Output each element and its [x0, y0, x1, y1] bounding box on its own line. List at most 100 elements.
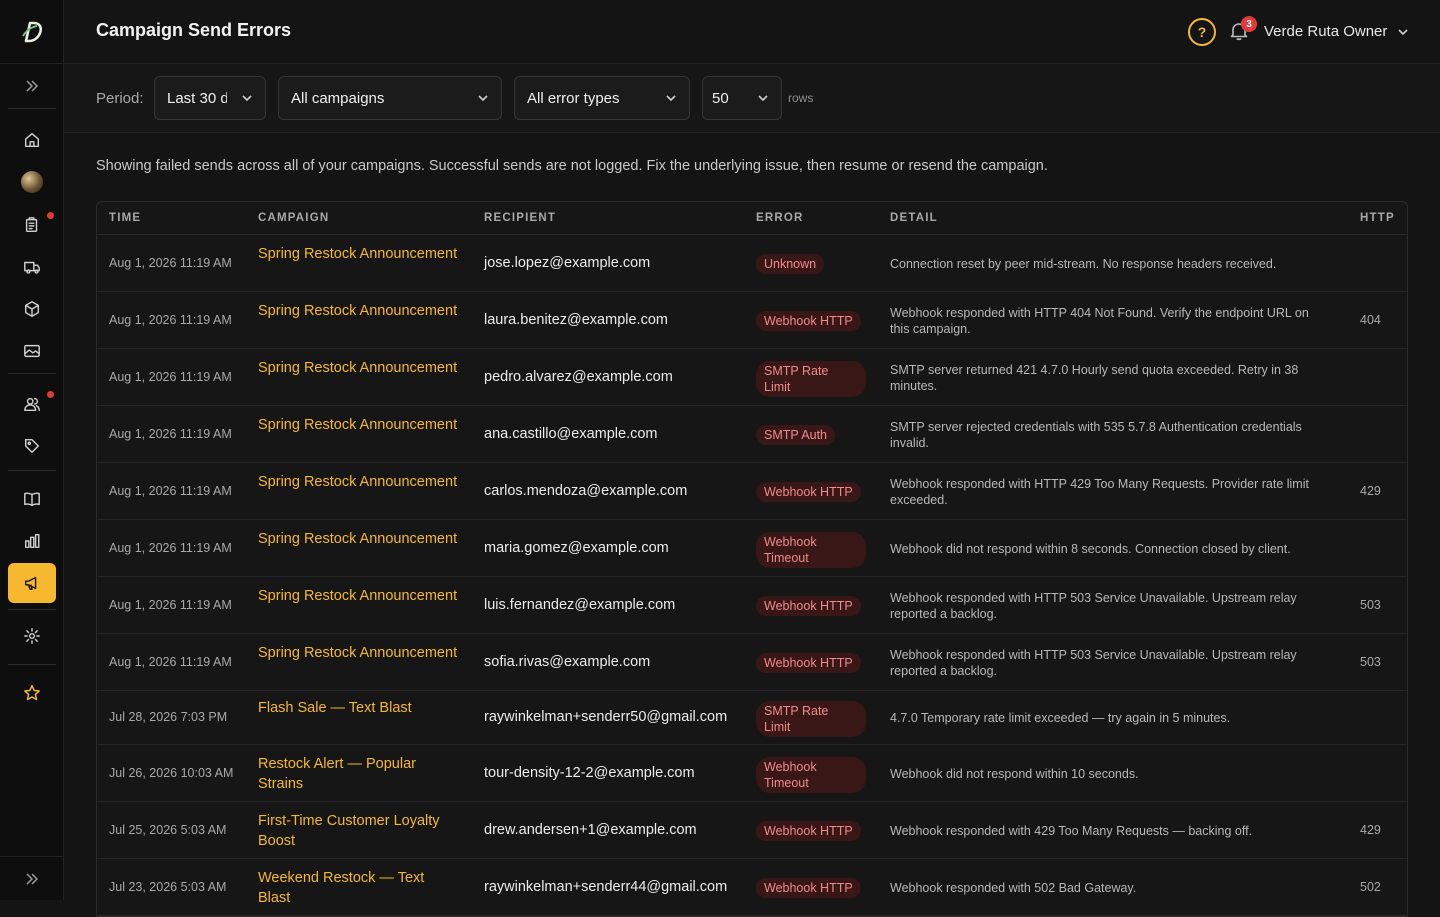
cell-campaign-link[interactable]: Restock Alert — Popular Strains	[258, 754, 458, 794]
user-name: Verde Ruta Owner	[1264, 23, 1388, 40]
sidebar-item-delivery[interactable]	[0, 247, 64, 287]
app-logo[interactable]	[0, 0, 63, 64]
column-header-time[interactable]: TIME	[109, 212, 141, 224]
table-row[interactable]: Jul 25, 2026 5:03 AM First-Time Customer …	[97, 802, 1407, 859]
rows-per-page-select[interactable]: 50	[702, 76, 782, 120]
chevron-down-icon	[242, 95, 252, 102]
column-header-recipient[interactable]: RECIPIENT	[484, 212, 556, 224]
cell-campaign-link[interactable]: Spring Restock Announcement	[258, 301, 458, 321]
table-row[interactable]: Aug 1, 2026 11:19 AM Spring Restock Annou…	[97, 235, 1407, 292]
truck-icon	[24, 261, 40, 274]
double-chevron-right-icon	[26, 872, 39, 885]
book-open-icon	[24, 492, 40, 507]
sidebar-item-catalog[interactable]	[0, 479, 64, 519]
cell-time: Aug 1, 2026 11:19 AM	[109, 540, 232, 555]
megaphone-icon	[24, 576, 37, 591]
campaign-select[interactable]: All campaigns	[278, 76, 502, 120]
cell-recipient: maria.gomez@example.com	[484, 539, 669, 556]
sidebar-item-settings[interactable]	[0, 616, 64, 656]
chevron-down-icon	[666, 95, 676, 102]
cell-campaign-link[interactable]: Spring Restock Announcement	[258, 472, 458, 492]
sidebar-item-media[interactable]	[0, 331, 64, 371]
chevron-down-icon	[758, 95, 768, 102]
period-label: Period:	[96, 90, 144, 107]
cell-recipient: laura.benitez@example.com	[484, 311, 668, 328]
sidebar-item-campaigns[interactable]	[8, 563, 56, 603]
table-row[interactable]: Aug 1, 2026 11:19 AM Spring Restock Annou…	[97, 349, 1407, 406]
cell-campaign-link[interactable]: First-Time Customer Loyalty Boost	[258, 811, 458, 851]
cell-recipient: raywinkelman+senderr50@gmail.com	[484, 709, 728, 725]
table-body: Aug 1, 2026 11:19 AM Spring Restock Annou…	[97, 235, 1407, 916]
cell-detail: Webhook responded with HTTP 503 Service …	[890, 647, 1297, 678]
table-row[interactable]: Aug 1, 2026 11:19 AM Spring Restock Annou…	[97, 463, 1407, 520]
cell-error: Unknown	[756, 253, 825, 274]
cell-campaign-link[interactable]: Weekend Restock — Text Blast	[258, 868, 458, 908]
error-badge: Webhook HTTP	[756, 877, 861, 898]
cell-recipient: ana.castillo@example.com	[484, 425, 658, 442]
sidebar-item-analytics[interactable]	[0, 521, 64, 561]
cell-campaign-link[interactable]: Spring Restock Announcement	[258, 415, 458, 435]
sidebar-item-home[interactable]	[0, 120, 64, 160]
help-icon: ?	[1197, 24, 1207, 40]
expand-sidebar-button[interactable]	[0, 64, 63, 108]
rows-value: 50	[712, 89, 729, 107]
table-row[interactable]: Jul 26, 2026 10:03 AM Restock Alert — Pop…	[97, 745, 1407, 802]
error-type-select[interactable]: All error types	[514, 76, 690, 120]
cell-campaign-link[interactable]: Spring Restock Announcement	[258, 643, 458, 663]
column-header-detail[interactable]: DETAIL	[890, 212, 938, 224]
table-row[interactable]: Jul 28, 2026 7:03 PM Flash Sale — Text Bl…	[97, 691, 1407, 745]
campaign-filter-value: All campaigns	[291, 89, 385, 107]
cell-campaign-link[interactable]: Spring Restock Announcement	[258, 358, 458, 378]
table-row[interactable]: Aug 1, 2026 11:19 AM Spring Restock Annou…	[97, 577, 1407, 634]
cell-time: Jul 28, 2026 7:03 PM	[109, 710, 228, 724]
table-row[interactable]: Aug 1, 2026 11:19 AM Spring Restock Annou…	[97, 292, 1407, 349]
users-icon	[24, 397, 40, 412]
cell-detail: Webhook responded with 429 Too Many Requ…	[890, 823, 1253, 838]
table-row[interactable]: Jul 23, 2026 5:03 AM Weekend Restock — Te…	[97, 859, 1407, 916]
column-header-http[interactable]: HTTP	[1360, 212, 1395, 224]
help-button[interactable]: ?	[1188, 18, 1216, 46]
cell-error: SMTP Rate Limit	[756, 701, 866, 737]
cell-campaign-link[interactable]: Flash Sale — Text Blast	[258, 698, 458, 718]
table-row[interactable]: Aug 1, 2026 11:19 AM Spring Restock Annou…	[97, 520, 1407, 577]
cell-error: Webhook HTTP	[756, 481, 861, 502]
cell-detail: Webhook responded with HTTP 404 Not Foun…	[890, 305, 1309, 336]
collapse-sidebar-button[interactable]	[0, 856, 64, 900]
error-badge: Webhook HTTP	[756, 481, 861, 502]
sidebar-item-orders[interactable]	[0, 205, 64, 245]
cell-detail: Connection reset by peer mid-stream. No …	[890, 256, 1277, 271]
cell-campaign-link[interactable]: Spring Restock Announcement	[258, 244, 458, 264]
cell-detail: 4.7.0 Temporary rate limit exceeded — tr…	[890, 711, 1231, 725]
column-header-campaign[interactable]: CAMPAIGN	[258, 212, 329, 224]
sidebar-item-products[interactable]	[0, 289, 64, 329]
cell-campaign-link[interactable]: Spring Restock Announcement	[258, 529, 458, 549]
cell-recipient: luis.fernandez@example.com	[484, 596, 676, 613]
sidebar-item-tags[interactable]	[0, 426, 64, 466]
table-row[interactable]: Aug 1, 2026 11:19 AM Spring Restock Annou…	[97, 634, 1407, 691]
cell-recipient: pedro.alvarez@example.com	[484, 368, 673, 385]
error-type-value: All error types	[527, 89, 620, 107]
error-badge: SMTP Auth	[756, 424, 835, 445]
column-header-error[interactable]: ERROR	[756, 212, 804, 224]
user-menu[interactable]: Verde Ruta Owner	[1264, 23, 1409, 40]
sidebar-divider	[8, 609, 56, 610]
cell-http: 503	[1360, 597, 1381, 612]
cell-recipient: drew.andersen+1@example.com	[484, 821, 697, 838]
cell-campaign-link[interactable]: Spring Restock Announcement	[258, 586, 458, 606]
period-select[interactable]: Last 30 days	[154, 76, 266, 120]
cell-http: 429	[1360, 822, 1381, 837]
table-row[interactable]: Aug 1, 2026 11:19 AM Spring Restock Annou…	[97, 406, 1407, 463]
cell-error: Webhook Timeout	[756, 531, 866, 568]
cell-http: 502	[1360, 879, 1381, 894]
cell-time: Aug 1, 2026 11:19 AM	[109, 426, 232, 441]
cell-detail: Webhook responded with HTTP 429 Too Many…	[890, 476, 1309, 507]
cell-recipient: carlos.mendoza@example.com	[484, 482, 688, 499]
error-badge: Webhook HTTP	[756, 310, 861, 331]
sidebar-item-customers[interactable]	[0, 384, 64, 424]
cell-http: 503	[1360, 654, 1381, 669]
sidebar-item-store[interactable]	[0, 162, 64, 202]
sidebar-item-favorites[interactable]	[0, 673, 64, 713]
cell-time: Aug 1, 2026 11:19 AM	[109, 369, 232, 384]
cell-detail: Webhook responded with HTTP 503 Service …	[890, 590, 1297, 621]
cell-time: Aug 1, 2026 11:19 AM	[109, 255, 232, 270]
